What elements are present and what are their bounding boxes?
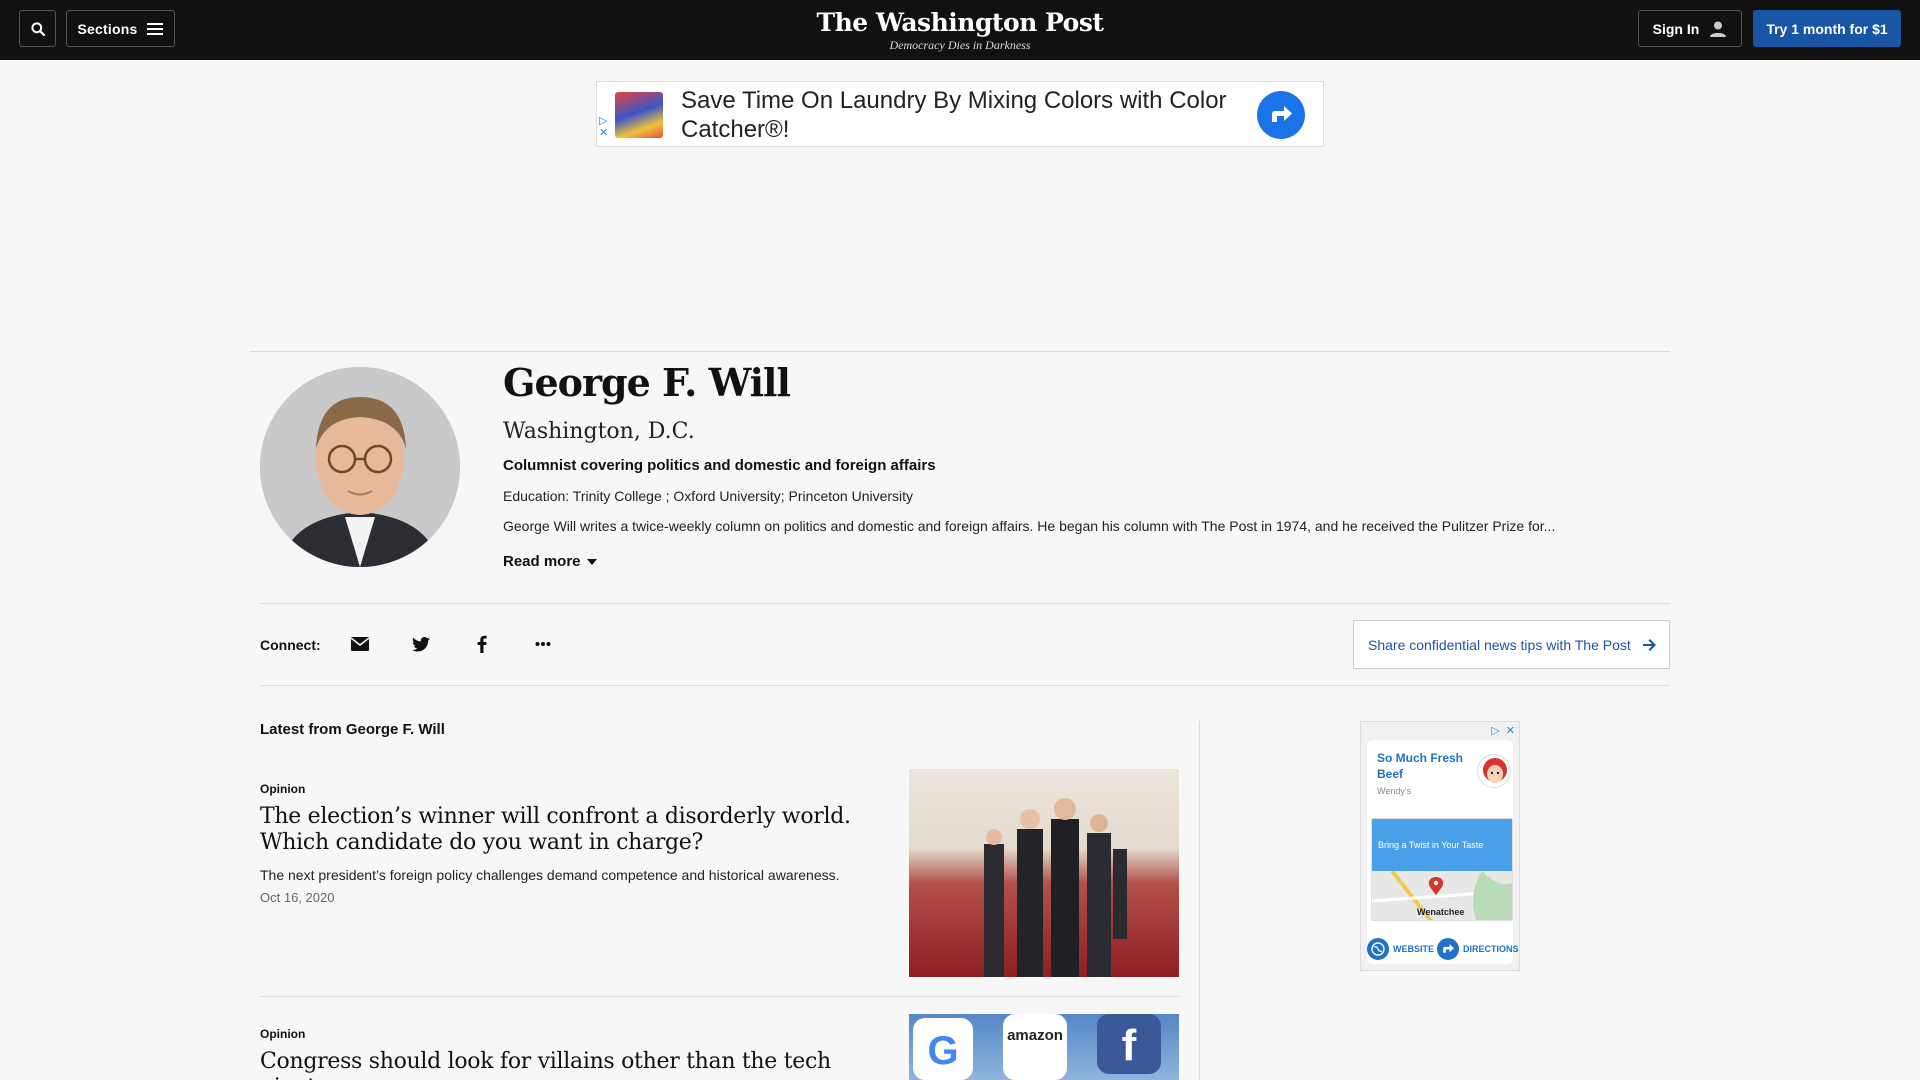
hamburger-icon <box>147 22 164 35</box>
connect-divider <box>260 685 1670 686</box>
arrow-right-icon <box>1642 638 1656 651</box>
directions-icon <box>1437 938 1459 960</box>
author-education: Education: Trinity College ; Oxford Univ… <box>503 488 914 504</box>
facebook-icon[interactable] <box>470 632 494 656</box>
ad-map[interactable]: Bring a Twist in Your Taste Wenatchee <box>1371 818 1513 921</box>
sign-in-label: Sign In <box>1652 20 1700 37</box>
read-more-button[interactable]: Read more <box>503 552 597 572</box>
side-advertisement[interactable]: ▷ ✕ So Much Fresh Beef Wendy's Bring a Tw… <box>1360 721 1520 971</box>
twitter-icon[interactable] <box>409 632 433 656</box>
sign-in-button[interactable]: Sign In <box>1638 10 1742 47</box>
top-nav-bar: Sections The Washington Post Democracy D… <box>0 0 1920 60</box>
map-city-label: Wenatchee <box>1417 907 1465 917</box>
more-icon[interactable] <box>531 632 555 656</box>
ad-title[interactable]: So Much Fresh Beef <box>1377 750 1472 782</box>
search-button[interactable] <box>19 10 56 47</box>
author-name: George F. Will <box>503 360 791 405</box>
site-logo[interactable]: The Washington Post Democracy Dies in Da… <box>760 8 1160 52</box>
ad-brand: Wendy's <box>1377 786 1412 796</box>
header-divider <box>250 351 1670 352</box>
article-thumbnail[interactable] <box>909 769 1179 977</box>
ad-website-label: WEBSITE <box>1393 944 1435 954</box>
logo-wordmark: The Washington Post <box>816 8 1104 37</box>
globe-icon <box>1367 938 1389 960</box>
ad-product-image <box>615 92 663 138</box>
adchoices-icon[interactable]: ▷ ✕ <box>599 115 608 139</box>
ad-headline[interactable]: Save Time On Laundry By Mixing Colors wi… <box>681 86 1261 144</box>
top-advertisement[interactable]: ▷ ✕ Save Time On Laundry By Mixing Colors… <box>596 81 1324 147</box>
news-tips-link[interactable]: Share confidential news tips with The Po… <box>1353 620 1670 669</box>
email-icon[interactable] <box>348 632 372 656</box>
ad-card[interactable]: So Much Fresh Beef Wendy's Bring a Twist… <box>1367 740 1519 964</box>
svg-text:G: G <box>927 1029 958 1073</box>
sections-label: Sections <box>77 20 138 37</box>
news-tips-label: Share confidential news tips with The Po… <box>1368 636 1631 653</box>
ad-directions-label: DIRECTIONS <box>1463 944 1519 954</box>
ad-directions-button[interactable]: DIRECTIONS <box>1437 938 1519 960</box>
subscribe-button[interactable]: Try 1 month for $1 <box>1753 10 1901 47</box>
svg-text:f: f <box>1122 1021 1137 1070</box>
article-thumbnail[interactable]: G amazon f <box>909 1014 1179 1080</box>
author-location: Washington, D.C. <box>503 419 695 444</box>
sections-button[interactable]: Sections <box>66 10 175 47</box>
caret-down-icon <box>586 559 597 565</box>
brand-logo-icon <box>1477 754 1511 788</box>
author-bio: George Will writes a twice-weekly column… <box>503 518 1556 534</box>
column-divider <box>1199 721 1200 1080</box>
subscribe-label: Try 1 month for $1 <box>1766 20 1888 37</box>
author-role: Columnist covering politics and domestic… <box>503 457 936 474</box>
search-icon <box>30 21 45 36</box>
ad-banner-text: Bring a Twist in Your Taste <box>1372 819 1512 871</box>
author-avatar <box>260 367 460 567</box>
article-headline[interactable]: Congress should look for villains other … <box>260 1049 900 1080</box>
ad-website-button[interactable]: WEBSITE <box>1367 938 1434 960</box>
article-kicker: Opinion <box>260 1027 306 1041</box>
article-divider <box>260 996 1179 997</box>
svg-text:amazon: amazon <box>1007 1027 1063 1044</box>
map-area: Wenatchee <box>1372 869 1512 920</box>
read-more-label: Read more <box>503 553 581 570</box>
article-date: Oct 16, 2020 <box>260 890 335 905</box>
article-headline[interactable]: The election’s winner will confront a di… <box>260 804 880 856</box>
ad-directions-icon[interactable] <box>1257 91 1305 139</box>
user-icon <box>1710 21 1727 37</box>
latest-heading: Latest from George F. Will <box>260 721 445 738</box>
article-blurb: The next president’s foreign policy chal… <box>260 867 840 883</box>
profile-divider <box>260 603 1670 604</box>
connect-label: Connect: <box>260 637 321 653</box>
logo-tagline: Democracy Dies in Darkness <box>889 38 1031 52</box>
article-kicker: Opinion <box>260 782 306 796</box>
adchoices-icon[interactable]: ▷ ✕ <box>1491 724 1515 737</box>
